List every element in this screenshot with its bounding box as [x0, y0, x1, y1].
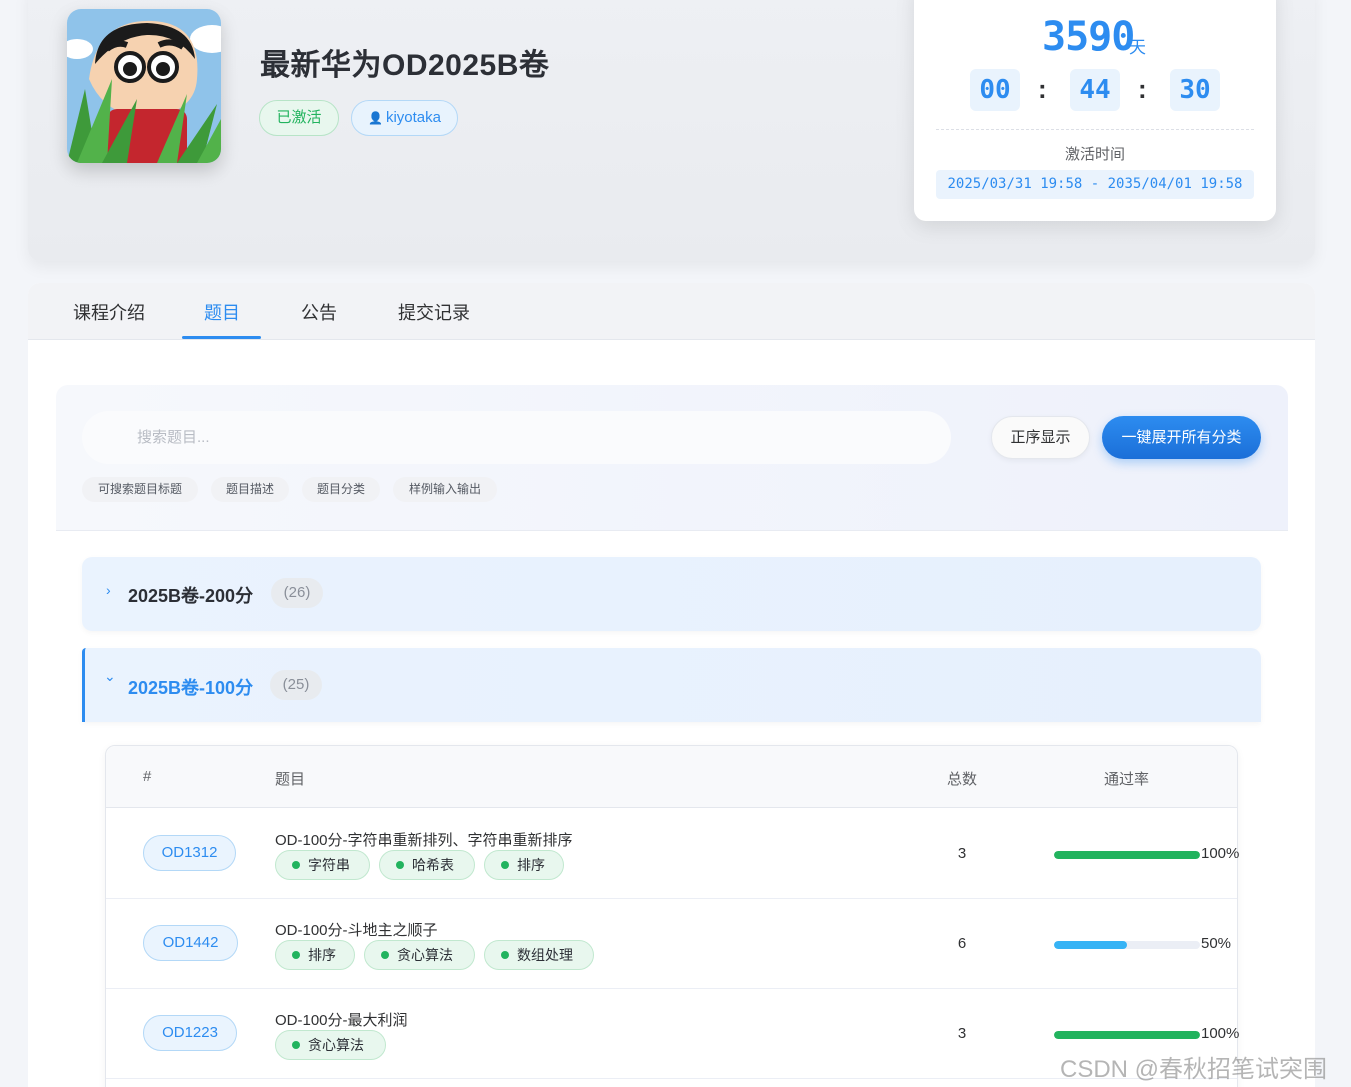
countdown-separator: :	[1038, 74, 1047, 104]
tag-dot-icon	[501, 861, 509, 869]
tag-label: 排序	[308, 947, 336, 963]
category-header-100[interactable]	[82, 648, 1261, 722]
category-header-200[interactable]	[82, 557, 1261, 631]
countdown-seconds: 30	[1170, 69, 1220, 111]
pass-rate-fill	[1054, 1031, 1200, 1039]
chevron-right-icon: ›	[106, 582, 111, 598]
problem-tag: 数组处理	[484, 940, 594, 970]
activate-label: 激活时间	[1064, 146, 1125, 163]
pass-rate-fill	[1054, 941, 1127, 949]
problem-title[interactable]: OD-100分-斗地主之顺子	[275, 919, 438, 940]
search-hint-chip: 样例输入输出	[393, 477, 497, 502]
user-icon: 👤	[368, 111, 383, 125]
user-badge: 👤 kiyotaka	[351, 100, 458, 136]
countdown-hours: 00	[970, 69, 1020, 111]
activate-range: 2025/03/31 19:58 - 2035/04/01 19:58	[936, 170, 1254, 199]
tag-label: 数组处理	[517, 947, 573, 963]
countdown-minutes: 44	[1070, 69, 1120, 111]
search-input[interactable]	[82, 411, 951, 464]
tag-label: 贪心算法	[308, 1037, 364, 1053]
pass-rate-value: 100%	[1201, 1025, 1240, 1042]
column-header-pass-rate: 通过率	[1104, 771, 1150, 788]
tag-dot-icon	[396, 861, 404, 869]
row-divider	[106, 988, 1237, 989]
avatar-image	[67, 9, 221, 163]
pass-rate-fill	[1054, 851, 1200, 859]
problem-tag: 排序	[484, 850, 564, 880]
problem-tag: 字符串	[275, 850, 370, 880]
expand-all-button[interactable]: 一键展开所有分类	[1102, 416, 1261, 459]
pass-rate-value: 50%	[1201, 935, 1232, 952]
problem-tag: 哈希表	[379, 850, 475, 880]
problem-tag: 排序	[275, 940, 355, 970]
search-hint-chip: 可搜索题目标题	[82, 477, 198, 502]
column-header-title: 题目	[275, 771, 306, 788]
tag-dot-icon	[292, 861, 300, 869]
countdown-days-unit: 天	[1129, 38, 1146, 57]
course-title: 最新华为OD2025B卷	[260, 49, 550, 82]
watermark: CSDN @春秋招笔试突围	[1060, 1056, 1328, 1083]
search-hint-chip: 题目描述	[211, 477, 289, 502]
tab-announcements[interactable]: 公告	[301, 299, 337, 325]
order-toggle-button[interactable]: 正序显示	[991, 416, 1090, 459]
countdown-divider	[936, 129, 1254, 130]
column-header-index: #	[143, 768, 152, 785]
tab-course-intro[interactable]: 课程介绍	[73, 299, 145, 325]
tab-submissions[interactable]: 提交记录	[398, 299, 470, 325]
status-badge: 已激活	[259, 100, 339, 136]
tag-label: 哈希表	[412, 857, 454, 873]
search-hint-chip: 题目分类	[302, 477, 380, 502]
tag-dot-icon	[501, 951, 509, 959]
pass-rate-bar	[1054, 851, 1200, 859]
problem-total: 3	[957, 845, 967, 862]
problem-tag: 贪心算法	[275, 1030, 386, 1060]
tag-dot-icon	[292, 951, 300, 959]
category-title: 2025B卷-100分	[128, 678, 254, 698]
countdown-days: 3590	[1042, 14, 1135, 60]
row-divider	[106, 898, 1237, 899]
tag-label: 排序	[517, 857, 545, 873]
problem-title[interactable]: OD-100分-最大利润	[275, 1009, 408, 1030]
problem-id-badge[interactable]: OD1442	[143, 925, 238, 961]
tag-dot-icon	[292, 1041, 300, 1049]
category-count: (25)	[270, 670, 322, 700]
problem-total: 6	[957, 935, 967, 952]
tag-dot-icon	[381, 951, 389, 959]
category-title: 2025B卷-200分	[128, 586, 254, 606]
problem-id-badge[interactable]: OD1223	[143, 1015, 237, 1051]
course-avatar	[67, 9, 221, 163]
problem-total: 3	[957, 1025, 967, 1042]
countdown-separator: :	[1138, 74, 1147, 104]
problem-id-badge[interactable]: OD1312	[143, 835, 236, 871]
pass-rate-value: 100%	[1201, 845, 1240, 862]
chevron-down-icon: ⌄	[104, 668, 116, 684]
tag-label: 字符串	[308, 857, 350, 873]
tab-problems[interactable]: 题目	[204, 299, 240, 325]
pass-rate-bar	[1054, 941, 1200, 949]
problem-title[interactable]: OD-100分-字符串重新排列、字符串重新排序	[275, 829, 573, 850]
column-header-total: 总数	[947, 771, 978, 788]
category-count: (26)	[271, 578, 323, 608]
pass-rate-bar	[1054, 1031, 1200, 1039]
problem-tag: 贪心算法	[364, 940, 475, 970]
user-name: kiyotaka	[385, 109, 441, 126]
active-tab-indicator	[182, 336, 261, 339]
tag-label: 贪心算法	[397, 947, 453, 963]
